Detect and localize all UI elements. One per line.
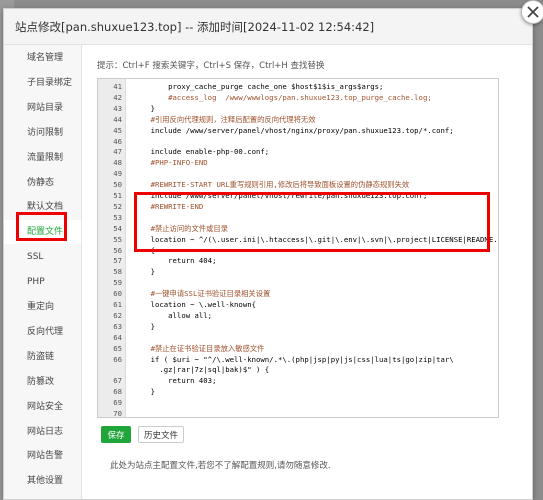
sidebar-item[interactable]: 反向代理 <box>4 320 81 344</box>
dialog-title: 站点修改[pan.shuxue123.top] -- 添加时间[2024-11-… <box>15 20 375 34</box>
highlight-box-sidebar <box>16 212 67 241</box>
sidebar-item[interactable]: SSL <box>4 245 81 269</box>
sidebar-item[interactable]: 其他设置 <box>4 469 81 493</box>
sidebar-item-label: 域名管理 <box>27 53 64 63</box>
config-warning-note: 此处为站点主配置文件,若您不了解配置规则,请勿随意修改. <box>110 461 331 471</box>
close-icon <box>527 6 539 18</box>
sidebar-item[interactable]: 网站告警 <box>4 444 81 468</box>
close-button[interactable] <box>521 0 543 24</box>
sidebar-item[interactable]: 流量限制 <box>4 146 81 170</box>
sidebar-item[interactable]: 子目录绑定 <box>4 71 81 95</box>
sidebar-item[interactable]: 网站目录 <box>4 96 81 120</box>
editor-hint: 提示：Ctrl+F 搜索关键字，Ctrl+S 保存，Ctrl+H 查找替换 <box>97 61 325 71</box>
save-button[interactable]: 保存 <box>101 426 131 443</box>
dialog-title-bar: 站点修改[pan.shuxue123.top] -- 添加时间[2024-11-… <box>4 9 532 45</box>
sidebar-item-label: SSL <box>27 252 44 263</box>
sidebar-item-label: 反向代理 <box>27 326 64 337</box>
sidebar-item[interactable]: 访问限制 <box>4 121 81 145</box>
sidebar-item-label: PHP <box>27 277 45 288</box>
sidebar-item-label: 重定向 <box>27 302 55 312</box>
line-number: 70 <box>113 409 122 418</box>
sidebar-item-label: 网站安全 <box>27 401 64 412</box>
sidebar-item[interactable]: PHP <box>4 270 81 294</box>
sidebar-item-label: 防盗链 <box>27 351 55 362</box>
site-edit-dialog: 站点修改[pan.shuxue123.top] -- 添加时间[2024-11-… <box>3 8 533 500</box>
sidebar-item-label: 网站日志 <box>27 426 64 437</box>
sidebar-item-label: 流量限制 <box>27 152 64 163</box>
sidebar-item[interactable]: 网站日志 <box>4 420 81 444</box>
sidebar-item-label: 其他设置 <box>27 476 64 487</box>
sidebar-item-label: 防篡改 <box>27 376 55 387</box>
sidebar-item[interactable]: 网站安全 <box>4 395 81 419</box>
sidebar-item[interactable]: 防篡改 <box>4 370 81 394</box>
sidebar-item-label: 网站目录 <box>27 102 64 113</box>
sidebar-item-label: 访问限制 <box>27 127 64 138</box>
sidebar-item[interactable]: 重定向 <box>4 295 81 319</box>
code-line: 70 <box>98 408 498 418</box>
sidebar-item-label: 伪静态 <box>27 177 55 188</box>
sidebar-item[interactable]: 伪静态 <box>4 171 81 195</box>
history-files-button[interactable]: 历史文件 <box>138 426 184 443</box>
settings-sidebar: 域名管理 子目录绑定 网站目录 访问限制 流量限制 伪静态 默认文档 配置文件 SSL PHP 重定… <box>4 45 82 499</box>
highlight-box-code <box>134 192 490 252</box>
sidebar-item-label: 子目录绑定 <box>27 77 73 88</box>
sidebar-item[interactable]: 域名管理 <box>4 46 81 70</box>
sidebar-item[interactable]: 防盗链 <box>4 345 81 369</box>
sidebar-item-label: 网站告警 <box>27 451 64 462</box>
